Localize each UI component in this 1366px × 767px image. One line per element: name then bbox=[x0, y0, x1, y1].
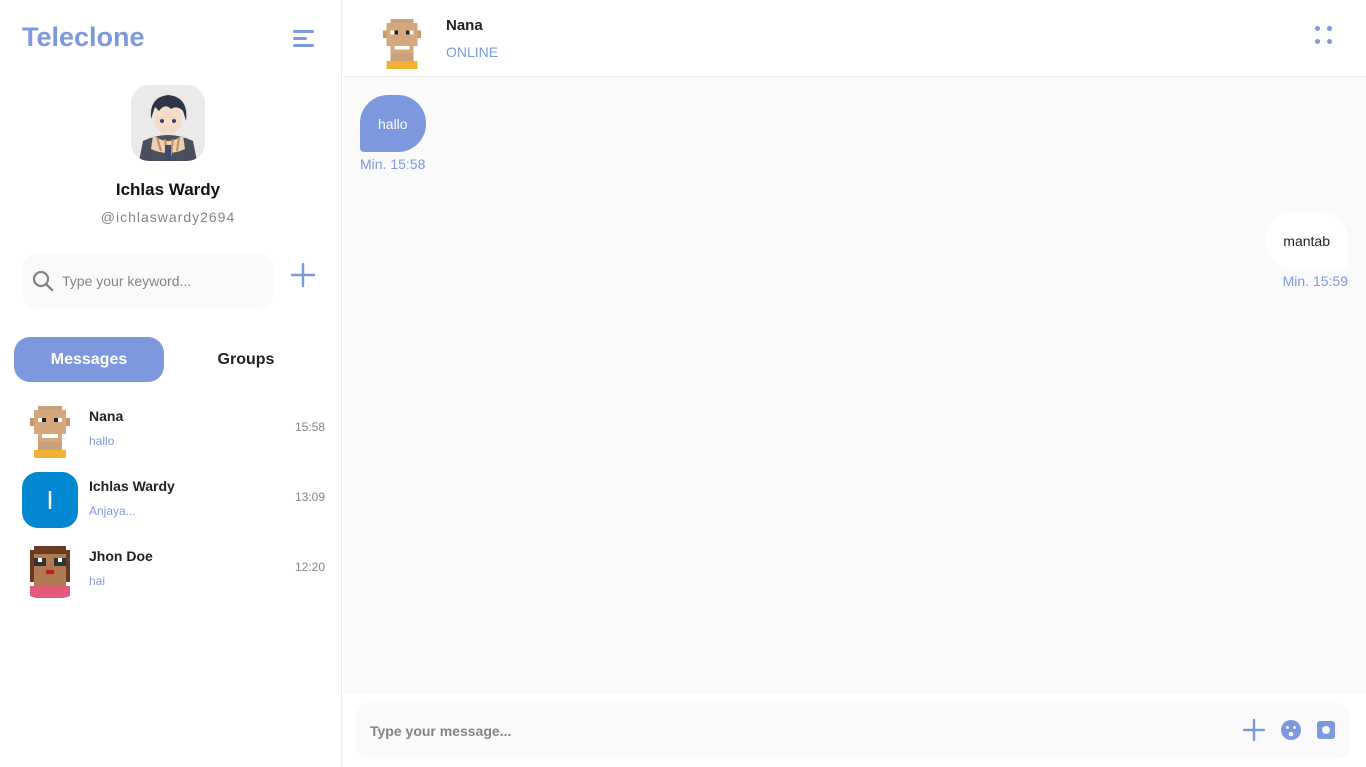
chat-preview: hallo bbox=[89, 434, 115, 448]
composer bbox=[343, 694, 1366, 767]
plus-icon[interactable] bbox=[1242, 718, 1266, 742]
avatar bbox=[22, 402, 78, 458]
emoji-icon[interactable] bbox=[1279, 718, 1303, 742]
profile-avatar[interactable] bbox=[131, 85, 205, 161]
chat-name: Nana bbox=[89, 408, 124, 424]
app-title: Teleclone bbox=[22, 22, 145, 52]
message-input[interactable] bbox=[370, 719, 1210, 743]
chat-time: 13:09 bbox=[294, 490, 325, 504]
tab-groups[interactable]: Groups bbox=[171, 337, 321, 382]
list-item[interactable]: Jhon Doe hai 12:20 bbox=[0, 538, 342, 602]
avatar[interactable] bbox=[379, 14, 425, 70]
chat-time: 12:20 bbox=[294, 560, 325, 574]
composer-box bbox=[356, 703, 1350, 759]
conversation-header: Nana ONLINE bbox=[343, 0, 1366, 77]
profile-name: Ichlas Wardy bbox=[115, 180, 221, 199]
chat-preview: Anjaya... bbox=[89, 504, 136, 518]
chat-name: Jhon Doe bbox=[89, 548, 153, 564]
avatar: I bbox=[22, 472, 78, 528]
app-root: Teleclone Ichlas Wardy @ichlaswardy2694 bbox=[0, 0, 1366, 767]
message-time: Min. 15:58 bbox=[360, 156, 426, 172]
contact-name: Nana bbox=[446, 17, 483, 34]
contact-status: ONLINE bbox=[446, 44, 499, 60]
message-bubble-outgoing[interactable]: mantab bbox=[1265, 212, 1348, 269]
chat-time: 15:58 bbox=[294, 420, 325, 434]
sidebar: Teleclone Ichlas Wardy @ichlaswardy2694 bbox=[0, 0, 342, 767]
menu-icon[interactable] bbox=[291, 28, 317, 50]
tab-messages[interactable]: Messages bbox=[14, 337, 164, 382]
search-box bbox=[22, 254, 273, 308]
message-list: hallo Min. 15:58 mantab Min. 15:59 bbox=[343, 78, 1366, 694]
search-icon bbox=[32, 270, 54, 292]
chat-preview: hai bbox=[89, 574, 106, 588]
search-input[interactable] bbox=[62, 268, 262, 294]
profile-username: @ichlaswardy2694 bbox=[100, 209, 236, 225]
avatar bbox=[22, 542, 78, 598]
list-item[interactable]: I Ichlas Wardy Anjaya... 13:09 bbox=[0, 468, 342, 532]
list-item[interactable]: Nana hallo 15:58 bbox=[0, 398, 342, 462]
more-dots-icon[interactable] bbox=[1313, 24, 1337, 48]
message-bubble-incoming[interactable]: hallo bbox=[360, 95, 426, 152]
plus-icon[interactable] bbox=[289, 261, 317, 289]
conversation-panel: Nana ONLINE hallo Min. 15:58 mantab Min.… bbox=[343, 0, 1366, 767]
chat-name: Ichlas Wardy bbox=[89, 478, 175, 494]
camera-icon[interactable] bbox=[1314, 718, 1338, 742]
message-time: Min. 15:59 bbox=[1282, 273, 1348, 289]
